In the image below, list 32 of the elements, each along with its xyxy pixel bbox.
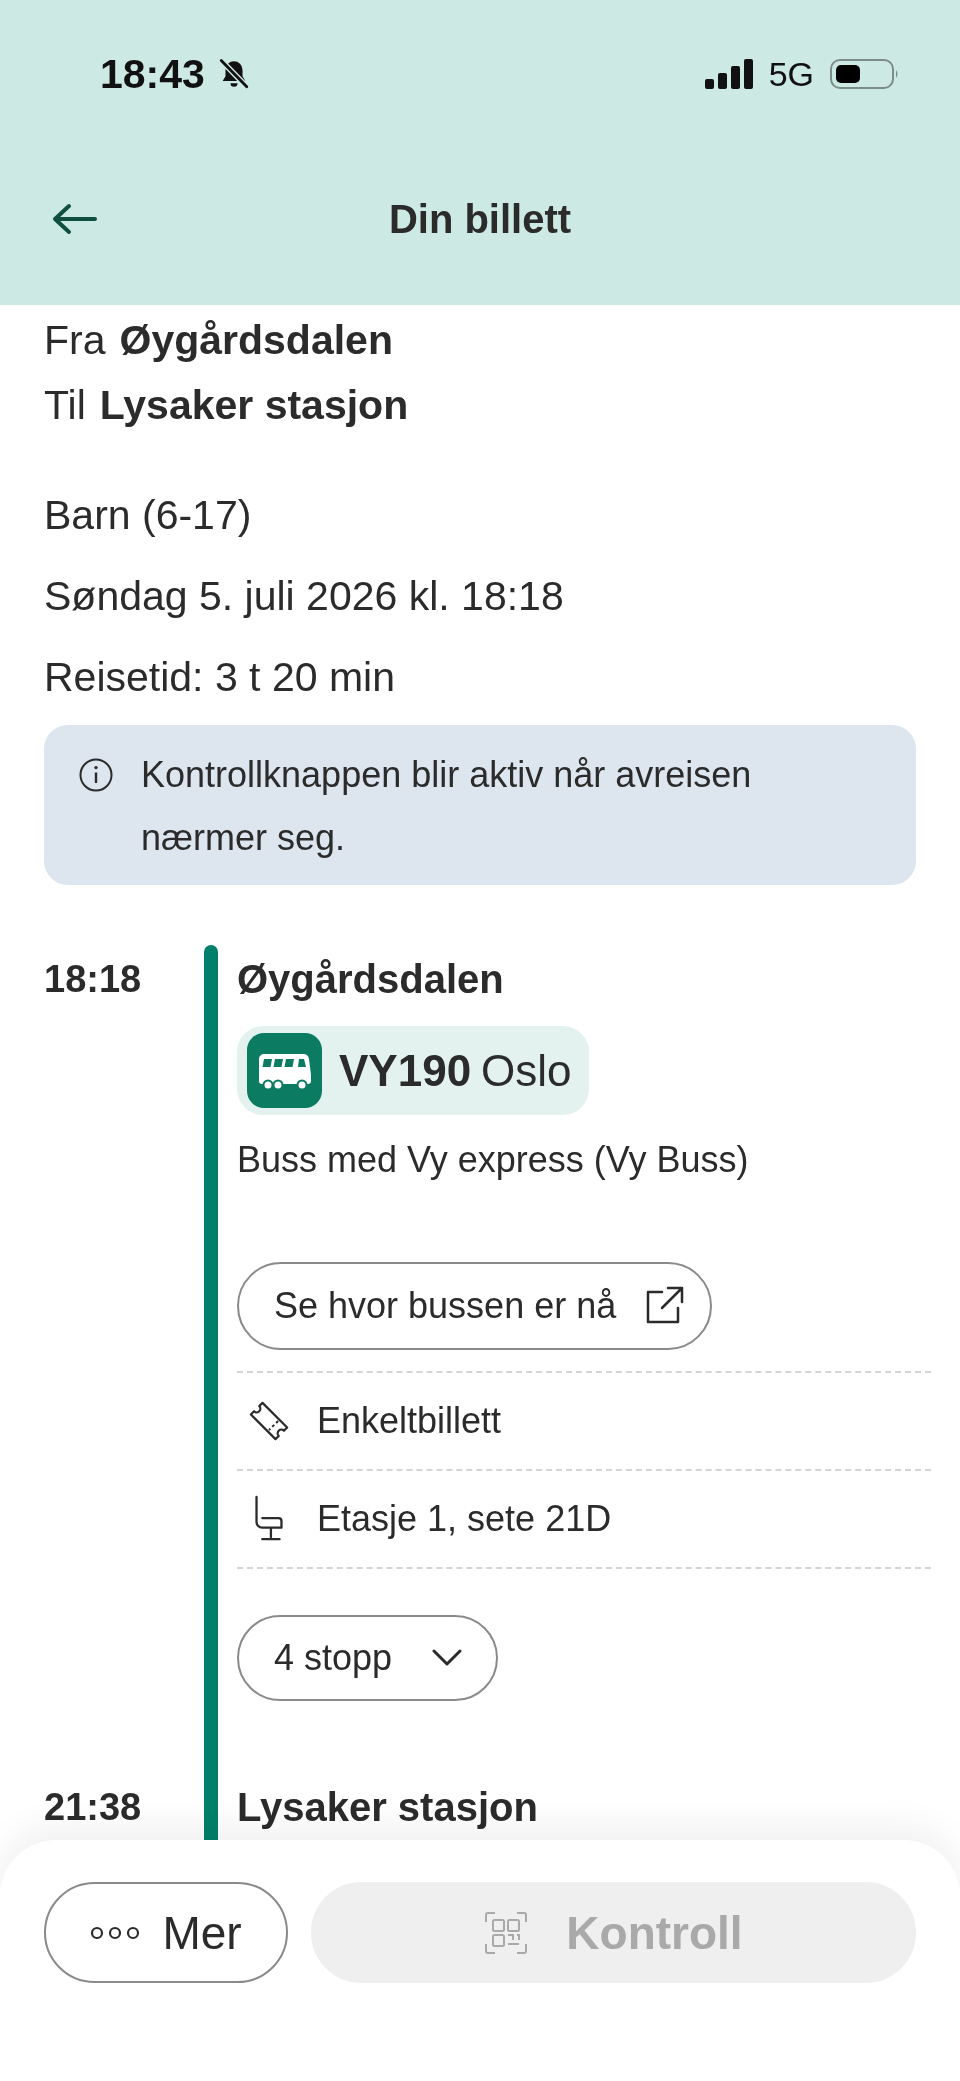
arrival-time: 21:38	[44, 1785, 142, 1830]
trip-label: Fra	[44, 316, 106, 365]
more-button[interactable]: Mer	[44, 1882, 288, 1983]
service-description: Buss med Vy express (Vy Buss)	[237, 1138, 749, 1182]
info-icon	[79, 758, 113, 792]
ticket-detail: Søndag 5. juli 2026 kl. 18:18	[44, 573, 564, 619]
departure-time: 18:18	[44, 957, 142, 1002]
ticket-detail: Reisetid: 3 t 20 min	[44, 654, 395, 700]
qr-code-icon	[484, 1910, 529, 1955]
signal-icon	[704, 59, 753, 89]
notice-text: Kontrollknappen blir aktiv når avreisen nærmer seg.	[141, 753, 753, 860]
bus-icon	[247, 1033, 322, 1108]
chevron-icon	[432, 1649, 463, 1667]
origin-stop: Øygårdsdalen	[119, 316, 393, 365]
line-destination: Oslo	[481, 1045, 572, 1096]
departure-stop: Øygårdsdalen	[237, 956, 504, 1003]
network-type: 5G	[768, 54, 814, 94]
live-location-button[interactable]: Se hvor bussen er nå	[237, 1262, 713, 1350]
ticket-info: Enkeltbillett	[317, 1400, 502, 1442]
ticket-detail: Barn (6-17)	[44, 492, 252, 538]
line-code: VY190	[339, 1045, 472, 1096]
stops-toggle-button[interactable]: 4 stopp	[237, 1615, 499, 1701]
page-title: Din billett	[388, 196, 572, 242]
status-time: 18:43	[100, 50, 205, 98]
back-arrow-icon	[51, 203, 97, 235]
more-icon	[90, 1925, 141, 1940]
ticket-info: Etasje 1, sete 21D	[317, 1498, 612, 1540]
battery-icon	[830, 59, 900, 89]
trip-label: Til	[44, 381, 86, 430]
arrival-stop: Lysaker stasjon	[237, 1784, 538, 1831]
destination-stop: Lysaker stasjon	[99, 381, 409, 430]
back-button[interactable]	[51, 203, 97, 235]
